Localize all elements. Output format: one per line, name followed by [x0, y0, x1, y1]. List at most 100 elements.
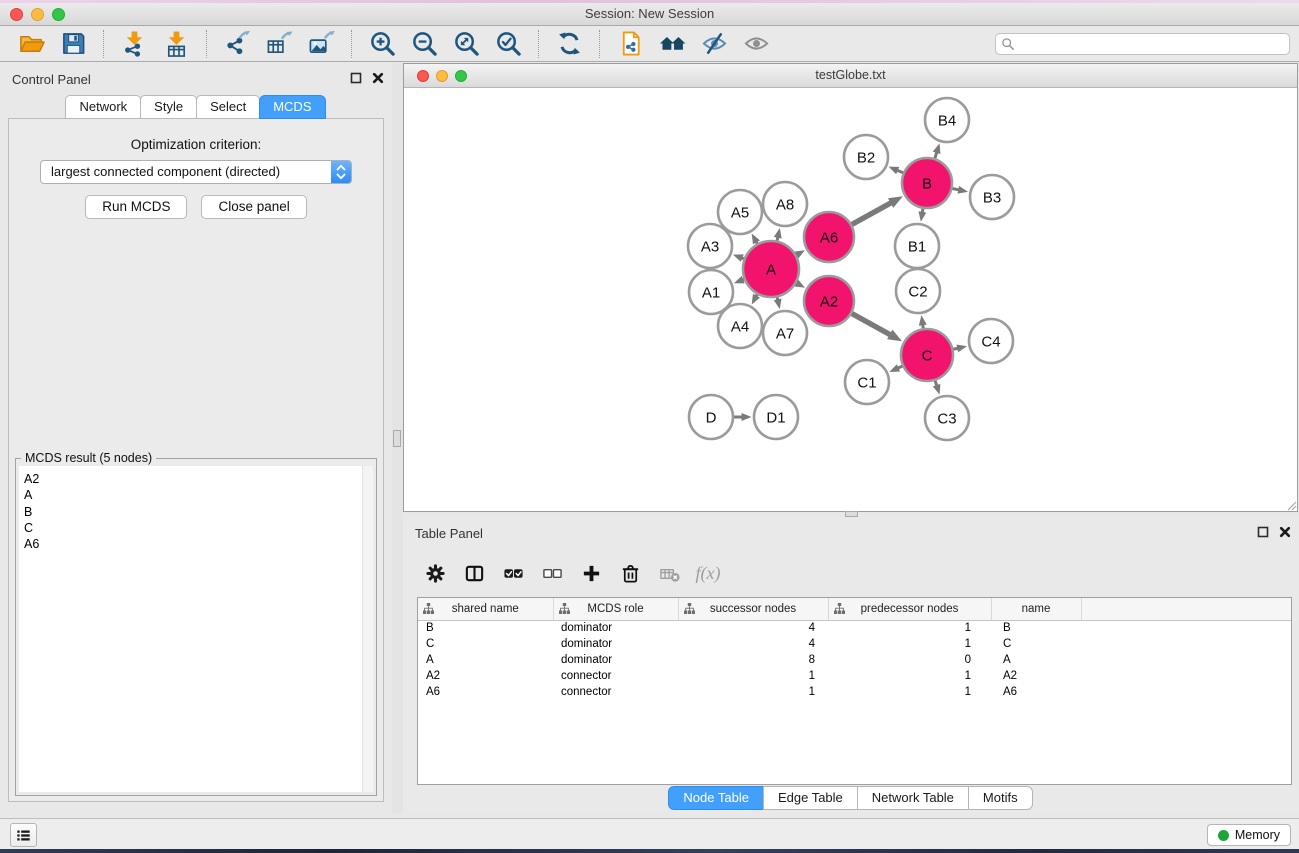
- close-panel-icon[interactable]: [372, 72, 384, 84]
- graph-node-B[interactable]: B: [902, 158, 952, 208]
- graph-node-A7[interactable]: A7: [763, 311, 807, 355]
- cell[interactable]: 4: [678, 620, 828, 636]
- hide-selected-button[interactable]: [698, 28, 730, 60]
- tab-network[interactable]: Network: [65, 95, 141, 119]
- open-file-button[interactable]: [15, 28, 47, 60]
- graph-node-A2[interactable]: A2: [804, 276, 854, 326]
- network-minimize-button[interactable]: [436, 70, 448, 82]
- graph-node-B2[interactable]: B2: [844, 135, 888, 179]
- graph-node-C[interactable]: C: [901, 329, 953, 381]
- search-input[interactable]: [1015, 35, 1289, 53]
- column-header-successor-nodes[interactable]: successor nodes: [678, 598, 828, 620]
- result-list-item[interactable]: A2: [19, 471, 373, 487]
- zoom-fit-button[interactable]: [450, 28, 482, 60]
- show-all-button[interactable]: [740, 28, 772, 60]
- graph-node-C4[interactable]: C4: [969, 319, 1013, 363]
- graph-node-C1[interactable]: C1: [845, 360, 889, 404]
- cell[interactable]: A2: [991, 668, 1081, 684]
- table-row-C[interactable]: Cdominator41C: [418, 636, 1291, 652]
- cell[interactable]: A6: [418, 684, 553, 700]
- tab-motifs[interactable]: Motifs: [968, 786, 1033, 810]
- deselect-all-button[interactable]: [540, 561, 564, 585]
- table-row-A2[interactable]: A2connector11A2: [418, 668, 1291, 684]
- cell[interactable]: 1: [828, 668, 991, 684]
- import-table-button[interactable]: [160, 28, 192, 60]
- graph-node-C3[interactable]: C3: [925, 396, 969, 440]
- float-panel-icon[interactable]: [350, 72, 362, 84]
- table-row-A6[interactable]: A6connector11A6: [418, 684, 1291, 700]
- tab-network-table[interactable]: Network Table: [857, 786, 969, 810]
- resize-grip-icon[interactable]: [1285, 499, 1297, 511]
- cell[interactable]: C: [418, 636, 553, 652]
- cell[interactable]: A: [418, 652, 553, 668]
- zoom-in-button[interactable]: [366, 28, 398, 60]
- tab-node-table[interactable]: Node Table: [668, 786, 764, 810]
- cell[interactable]: dominator: [553, 652, 678, 668]
- zoom-selected-button[interactable]: [492, 28, 524, 60]
- table-row-A[interactable]: Adominator80A: [418, 652, 1291, 668]
- graph-node-A5[interactable]: A5: [718, 190, 762, 234]
- add-column-button[interactable]: [579, 561, 603, 585]
- column-header-MCDS-role[interactable]: MCDS role: [553, 598, 678, 620]
- cell[interactable]: dominator: [553, 636, 678, 652]
- graph-node-B4[interactable]: B4: [925, 98, 969, 142]
- split-table-button[interactable]: [462, 561, 486, 585]
- first-neighbors-button[interactable]: [656, 28, 688, 60]
- graph-node-C2[interactable]: C2: [896, 269, 940, 313]
- close-table-panel-icon[interactable]: [1279, 526, 1291, 538]
- minimize-window-button[interactable]: [31, 8, 44, 21]
- column-header-shared-name[interactable]: shared name: [418, 598, 553, 620]
- graph-node-D1[interactable]: D1: [754, 395, 798, 439]
- new-network-from-selection-button[interactable]: [614, 28, 646, 60]
- column-header-predecessor-nodes[interactable]: predecessor nodes: [828, 598, 991, 620]
- result-list-scrollbar[interactable]: [362, 466, 373, 792]
- result-list-item[interactable]: A6: [19, 536, 373, 552]
- cell[interactable]: 0: [828, 652, 991, 668]
- cell[interactable]: dominator: [553, 620, 678, 636]
- delete-column-button[interactable]: [618, 561, 642, 585]
- vertical-split-divider[interactable]: [392, 63, 403, 813]
- mcds-result-list[interactable]: A2ABCA6: [19, 466, 373, 792]
- memory-button[interactable]: Memory: [1207, 824, 1291, 846]
- graph-node-A4[interactable]: A4: [718, 304, 762, 348]
- cell[interactable]: B: [991, 620, 1081, 636]
- graph-node-B3[interactable]: B3: [970, 175, 1014, 219]
- result-list-item[interactable]: B: [19, 504, 373, 520]
- result-list-item[interactable]: A: [19, 487, 373, 503]
- float-table-panel-icon[interactable]: [1257, 526, 1269, 538]
- graph-node-B1[interactable]: B1: [895, 224, 939, 268]
- network-zoom-button[interactable]: [455, 70, 467, 82]
- export-network-button[interactable]: [221, 28, 253, 60]
- cell[interactable]: 4: [678, 636, 828, 652]
- export-table-button[interactable]: [263, 28, 295, 60]
- result-list-item[interactable]: C: [19, 520, 373, 536]
- cell[interactable]: connector: [553, 684, 678, 700]
- cell[interactable]: 1: [828, 684, 991, 700]
- network-canvas[interactable]: AA6A2BCA5A8A3A1A4A7B2B4B3B1C2C4C1C3DD1: [404, 88, 1297, 511]
- import-network-button[interactable]: [118, 28, 150, 60]
- cell[interactable]: 1: [678, 668, 828, 684]
- select-all-button[interactable]: [501, 561, 525, 585]
- close-window-button[interactable]: [10, 8, 23, 21]
- graph-node-A6[interactable]: A6: [804, 212, 854, 262]
- cell[interactable]: B: [418, 620, 553, 636]
- tab-mcds[interactable]: MCDS: [259, 95, 325, 119]
- graph-node-A3[interactable]: A3: [688, 224, 732, 268]
- cell[interactable]: connector: [553, 668, 678, 684]
- save-session-button[interactable]: [57, 28, 89, 60]
- cell[interactable]: 1: [828, 636, 991, 652]
- cell[interactable]: 8: [678, 652, 828, 668]
- network-close-button[interactable]: [417, 70, 429, 82]
- column-header-name[interactable]: name: [991, 598, 1081, 620]
- cell[interactable]: A: [991, 652, 1081, 668]
- export-image-button[interactable]: [305, 28, 337, 60]
- task-history-button[interactable]: [10, 823, 37, 847]
- table-row-B[interactable]: Bdominator41B: [418, 620, 1291, 636]
- cell[interactable]: A6: [991, 684, 1081, 700]
- tab-edge-table[interactable]: Edge Table: [763, 786, 858, 810]
- cell[interactable]: A2: [418, 668, 553, 684]
- cell[interactable]: 1: [828, 620, 991, 636]
- graph-node-A8[interactable]: A8: [763, 182, 807, 226]
- tab-select[interactable]: Select: [196, 95, 260, 119]
- cell[interactable]: 1: [678, 684, 828, 700]
